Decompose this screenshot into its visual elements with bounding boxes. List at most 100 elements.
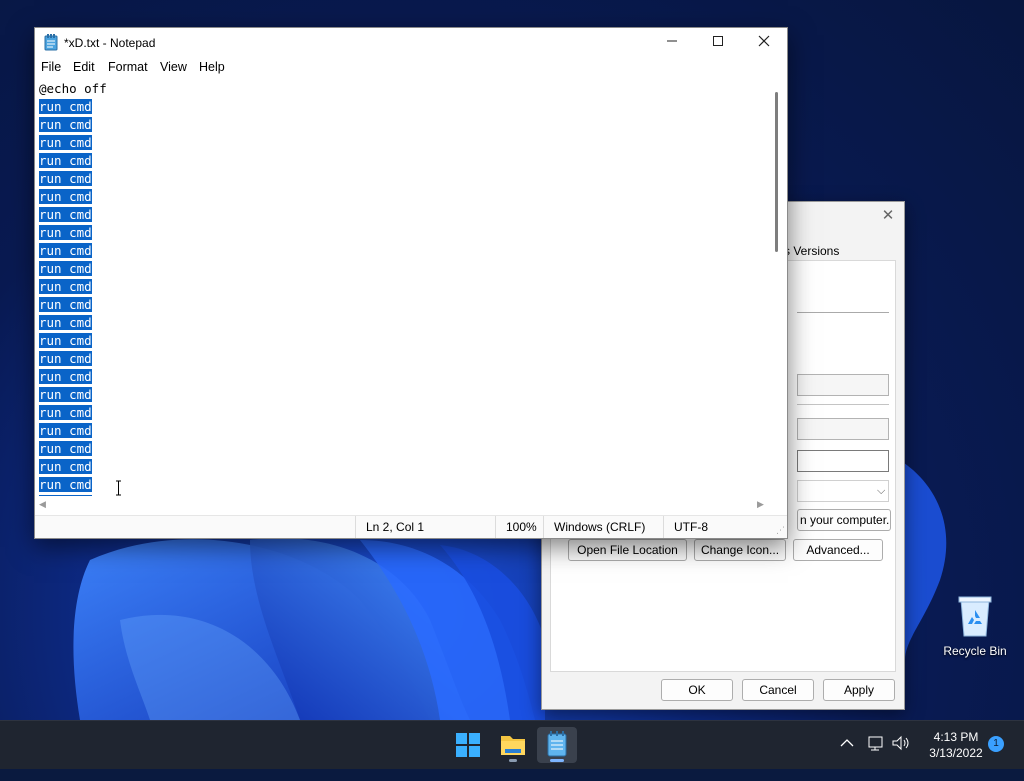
close-button[interactable] xyxy=(741,28,787,58)
clock-time: 4:13 PM xyxy=(933,730,979,744)
maximize-button[interactable] xyxy=(695,28,741,58)
speaker-icon xyxy=(892,735,909,751)
notification-badge[interactable]: 1 xyxy=(988,736,1004,752)
clock[interactable]: 4:13 PM 3/13/2022 xyxy=(918,729,994,761)
tab-previous-versions[interactable]: s Versions xyxy=(784,244,839,258)
editor-line: run cmd xyxy=(39,296,107,314)
target-type-field xyxy=(797,374,889,396)
scroll-right-icon[interactable]: ▶ xyxy=(757,499,764,510)
menu-view[interactable]: View xyxy=(160,60,187,74)
editor-line: run cmd xyxy=(39,440,107,458)
notepad-app-icon xyxy=(44,34,58,51)
editor-line: run cmd xyxy=(39,134,107,152)
status-line-endings: Windows (CRLF) xyxy=(543,516,654,538)
editor-line: run cmd xyxy=(39,494,107,496)
menu-format[interactable]: Format xyxy=(108,60,148,74)
editor-line: run cmd xyxy=(39,386,107,404)
selected-text: run cmd xyxy=(39,189,92,204)
selected-text: run cmd xyxy=(39,315,92,330)
selected-text: run cmd xyxy=(39,369,92,384)
divider xyxy=(797,404,889,405)
notepad-window: *xD.txt - Notepad File Edit Format View … xyxy=(34,27,788,539)
editor-line: run cmd xyxy=(39,116,107,134)
scroll-left-icon[interactable]: ◀ xyxy=(39,499,46,510)
editor-line: run cmd xyxy=(39,314,107,332)
selected-text: run cmd xyxy=(39,225,92,240)
selected-text: run cmd xyxy=(39,441,92,456)
notepad-icon xyxy=(547,731,567,757)
selected-text: run cmd xyxy=(39,171,92,186)
status-zoom: 100% xyxy=(495,516,546,538)
status-encoding: UTF-8 xyxy=(663,516,774,538)
taskbar-file-explorer[interactable] xyxy=(493,727,533,763)
menu-file[interactable]: File xyxy=(41,60,61,74)
selected-text: run cmd xyxy=(39,405,92,420)
editor-line: run cmd xyxy=(39,350,107,368)
running-indicator xyxy=(509,759,517,762)
advanced-button[interactable]: Advanced... xyxy=(793,539,883,561)
editor-line: run cmd xyxy=(39,404,107,422)
start-button[interactable] xyxy=(448,727,488,763)
minimize-icon xyxy=(667,40,677,42)
selected-text: run cmd xyxy=(39,477,92,492)
editor-content: @echo off run cmd run cmd run cmd run cmd run… xyxy=(39,80,107,496)
start-in-field[interactable] xyxy=(797,450,889,472)
close-icon xyxy=(758,35,770,47)
recycle-bin-shortcut[interactable]: Recycle Bin xyxy=(940,594,1010,658)
status-bar: Ln 2, Col 1 100% Windows (CRLF) UTF-8 ⋰ xyxy=(35,515,787,538)
window-title: *xD.txt - Notepad xyxy=(64,36,156,50)
taskbar: 4:13 PM 3/13/2022 xyxy=(0,720,1024,769)
resize-grip-icon[interactable]: ⋰ xyxy=(776,525,785,536)
selected-text: run cmd xyxy=(39,261,92,276)
selected-text: run cmd xyxy=(39,387,92,402)
horizontal-scrollbar[interactable]: ◀ ▶ xyxy=(35,498,773,512)
text-editor[interactable]: @echo off run cmd run cmd run cmd run cmd run… xyxy=(35,78,771,496)
selected-text: run cmd xyxy=(39,117,92,132)
status-position: Ln 2, Col 1 xyxy=(355,516,496,538)
editor-line: run cmd xyxy=(39,278,107,296)
editor-line: run cmd xyxy=(39,170,107,188)
editor-line: run cmd xyxy=(39,188,107,206)
run-select[interactable] xyxy=(797,480,889,502)
open-file-location-button[interactable]: Open File Location xyxy=(568,539,687,561)
editor-line: run cmd xyxy=(39,332,107,350)
taskbar-notepad[interactable] xyxy=(537,727,577,763)
selected-text: run cmd xyxy=(39,279,92,294)
ok-button[interactable]: OK xyxy=(661,679,733,701)
selected-text: run cmd xyxy=(39,333,92,348)
clock-date: 3/13/2022 xyxy=(929,746,983,760)
editor-line: run cmd xyxy=(39,98,107,116)
menu-help[interactable]: Help xyxy=(199,60,225,74)
selected-text: run cmd xyxy=(39,495,92,496)
editor-line: run cmd xyxy=(39,152,107,170)
apply-button[interactable]: Apply xyxy=(823,679,895,701)
title-bar[interactable]: *xD.txt - Notepad xyxy=(35,28,787,58)
recycle-bin-label: Recycle Bin xyxy=(943,644,1007,658)
comment-field[interactable]: n your computer. xyxy=(797,509,891,531)
windows-logo-icon xyxy=(456,733,480,757)
editor-line: run cmd xyxy=(39,206,107,224)
editor-line: @echo off xyxy=(39,80,107,98)
recycle-bin-icon xyxy=(955,594,995,638)
folder-icon xyxy=(501,736,525,755)
maximize-icon xyxy=(713,36,723,46)
selected-text: run cmd xyxy=(39,297,92,312)
volume-button[interactable] xyxy=(890,733,912,781)
menu-edit[interactable]: Edit xyxy=(73,60,95,74)
minimize-button[interactable] xyxy=(649,28,695,58)
dialog-close-button[interactable]: ✕ xyxy=(880,208,896,224)
editor-line: run cmd xyxy=(39,458,107,476)
editor-line: run cmd xyxy=(39,260,107,278)
network-button[interactable] xyxy=(866,733,886,781)
active-indicator xyxy=(550,759,564,762)
editor-line: run cmd xyxy=(39,224,107,242)
cancel-button[interactable]: Cancel xyxy=(742,679,814,701)
chevron-down-icon: ⌵ xyxy=(877,485,886,497)
selected-text: run cmd xyxy=(39,459,92,474)
show-hidden-icons-button[interactable] xyxy=(838,733,856,781)
text-cursor-icon xyxy=(116,480,121,496)
vertical-scrollbar-thumb[interactable] xyxy=(775,92,778,252)
selected-text: run cmd xyxy=(39,207,92,222)
target-field[interactable] xyxy=(797,418,889,440)
change-icon-button[interactable]: Change Icon... xyxy=(694,539,786,561)
